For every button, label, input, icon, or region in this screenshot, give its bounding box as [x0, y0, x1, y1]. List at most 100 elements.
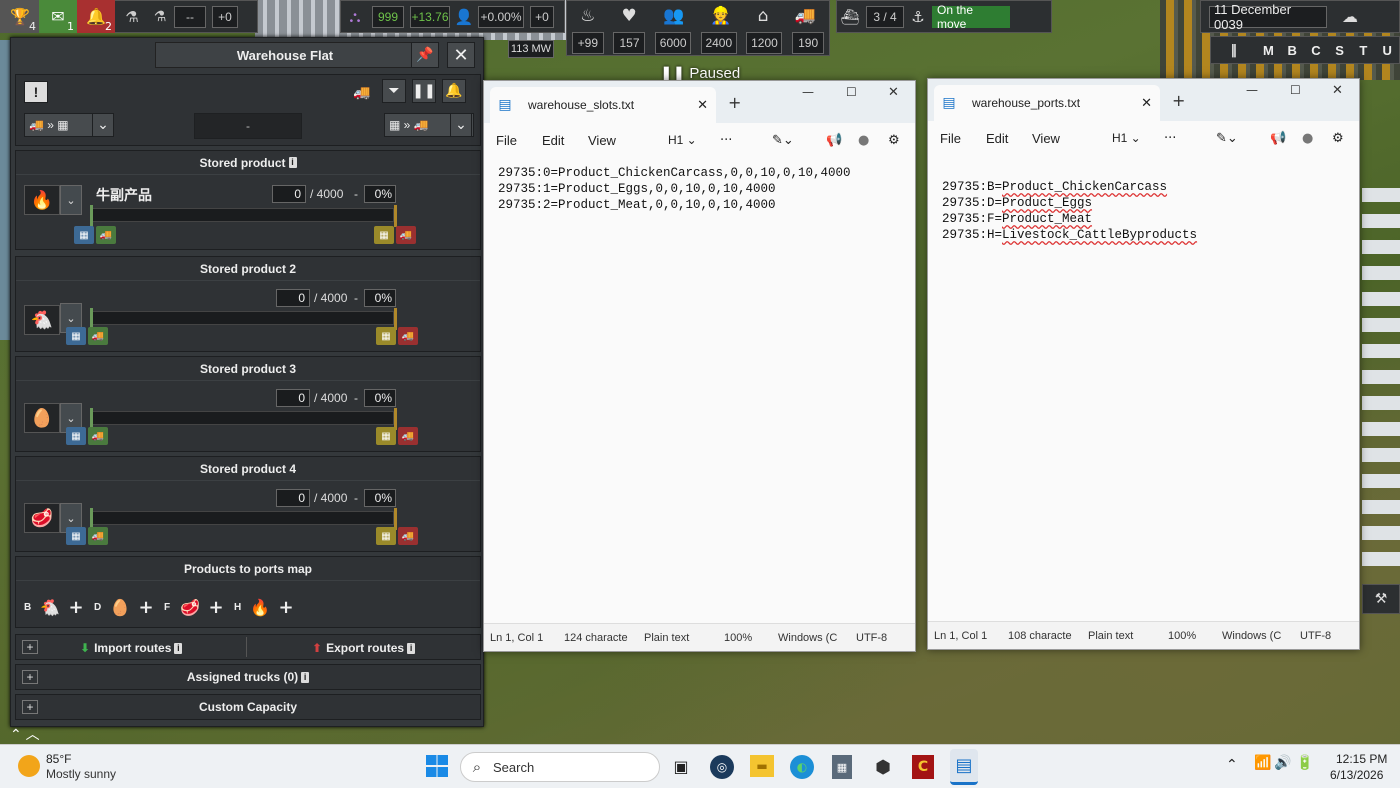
health-icon[interactable]: ♥ — [622, 6, 637, 26]
chevron-up-icon[interactable]: ⌃ — [1226, 757, 1238, 773]
ship-icon[interactable]: ⛴ — [837, 8, 863, 26]
expand-routes-button[interactable]: + — [22, 640, 38, 654]
storage-bar[interactable] — [90, 205, 397, 227]
heading-dropdown[interactable]: H1 ⌄ — [1112, 131, 1141, 145]
menu-file[interactable]: File — [496, 133, 517, 148]
menu-edit[interactable]: Edit — [986, 131, 1008, 146]
new-tab-button[interactable]: + — [728, 93, 741, 112]
notepad-taskbar-icon[interactable]: ▤ — [950, 749, 978, 785]
product-icon-chicken-carcass[interactable]: 🐔 — [24, 305, 60, 335]
calculator-icon[interactable]: ▦ — [832, 755, 852, 779]
import-truck-icon[interactable]: 🚚 — [88, 427, 108, 445]
speed-m[interactable]: M — [1257, 43, 1281, 58]
windows-start-icon[interactable] — [426, 755, 448, 777]
game-app-icon[interactable]: C — [912, 755, 934, 779]
menu-view[interactable]: View — [588, 133, 616, 148]
heading-dropdown[interactable]: H1 ⌄ — [668, 133, 697, 147]
clock-time[interactable]: 12:15 PM — [1336, 752, 1387, 766]
close-tab-icon[interactable]: ✕ — [1141, 96, 1152, 111]
speed-s[interactable]: S — [1328, 43, 1352, 58]
speed-t[interactable]: T — [1352, 43, 1376, 58]
import-truck-icon[interactable]: 🚚 — [88, 527, 108, 545]
trophy-icon[interactable]: 🏆 4 — [1, 0, 39, 33]
product-dropdown[interactable]: ⌄ — [60, 185, 82, 215]
add-product-button[interactable]: + — [272, 597, 300, 618]
alert-bell-icon[interactable]: 🔔 2 — [77, 0, 115, 33]
product-icon-eggs[interactable]: 🥚 — [24, 403, 60, 433]
volume-icon[interactable]: 🔊 — [1274, 755, 1291, 771]
import-mode-dropdown[interactable]: ⌄ — [92, 113, 114, 137]
collapse-icons[interactable]: ⌃ ︿ — [10, 724, 40, 744]
settings-gear-icon[interactable]: ⚙ — [1332, 131, 1344, 146]
task-view-icon[interactable]: ▣ — [670, 755, 692, 777]
menu-edit[interactable]: Edit — [542, 133, 564, 148]
export-mode-dropdown[interactable]: ⌄ — [450, 113, 472, 137]
storage-bar[interactable] — [90, 408, 397, 430]
cattle-byproducts-icon[interactable]: 🔥 — [248, 598, 272, 617]
info-icon[interactable]: i — [301, 671, 310, 683]
settings-gear-icon[interactable]: ⚙ — [888, 133, 900, 148]
tab-warehouse-ports[interactable]: ▤ warehouse_ports.txt ✕ — [934, 85, 1160, 121]
speed-c[interactable]: C — [1304, 43, 1328, 58]
announce-icon[interactable]: 📢 — [826, 133, 842, 148]
expand-trucks-button[interactable]: + — [22, 670, 38, 684]
storage-bar[interactable] — [90, 308, 397, 330]
flask-icon[interactable]: ⚗ — [115, 0, 149, 33]
people-icon[interactable]: 👥 — [663, 6, 684, 26]
add-product-button[interactable]: + — [62, 597, 90, 618]
export-storage-icon[interactable]: ▦ — [376, 327, 396, 345]
research-flask-icon[interactable]: ⚗ — [149, 9, 171, 25]
export-truck-icon[interactable]: 🚚 — [396, 226, 416, 244]
minimize-button[interactable]: — — [1246, 83, 1258, 97]
steam-icon[interactable]: ◎ — [710, 755, 734, 779]
export-truck-icon[interactable]: 🚚 — [398, 327, 418, 345]
notify-button[interactable]: 🔔 — [442, 79, 466, 103]
quantity-field[interactable]: 0 — [272, 185, 306, 203]
info-icon[interactable]: i — [288, 157, 297, 168]
import-truck-icon[interactable]: 🚚 — [88, 327, 108, 345]
import-storage-icon[interactable]: ▦ — [66, 427, 86, 445]
quantity-field[interactable]: 0 — [276, 289, 310, 307]
workers-icon[interactable]: 👷 — [710, 6, 731, 26]
more-icon[interactable]: ··· — [720, 133, 732, 148]
trowel-icon[interactable]: ⚒ — [1375, 591, 1388, 607]
clock-date[interactable]: 6/13/2026 — [1330, 768, 1383, 782]
maximize-button[interactable]: ☐ — [1290, 83, 1301, 97]
filter-button[interactable]: ⏷ — [382, 79, 406, 103]
info-icon[interactable]: i — [407, 642, 416, 654]
speed-b[interactable]: B — [1280, 43, 1304, 58]
expand-capacity-button[interactable]: + — [22, 700, 38, 714]
export-truck-icon[interactable]: 🚚 — [398, 527, 418, 545]
export-storage-icon[interactable]: ▦ — [376, 427, 396, 445]
menu-view[interactable]: View — [1032, 131, 1060, 146]
pause-building-button[interactable]: ❚❚ — [412, 79, 436, 103]
file-explorer-icon[interactable]: ▬ — [750, 755, 774, 777]
minimize-button[interactable]: — — [802, 85, 814, 99]
add-product-button[interactable]: + — [132, 597, 160, 618]
tab-warehouse-slots[interactable]: ▤ warehouse_slots.txt ✕ — [490, 87, 716, 123]
close-window-button[interactable]: ✕ — [888, 85, 899, 100]
account-icon[interactable]: ● — [1302, 131, 1313, 146]
close-window-button[interactable]: ✕ — [1332, 83, 1343, 98]
battery-icon[interactable]: 🔋 — [1296, 755, 1313, 771]
taskbar-search[interactable]: ⌕ Search — [460, 752, 660, 782]
announce-icon[interactable]: 📢 — [1270, 131, 1286, 146]
export-truck-icon[interactable]: 🚚 — [398, 427, 418, 445]
zoom-level[interactable]: 100% — [724, 632, 752, 644]
pause-icon[interactable]: ‖ — [1211, 43, 1257, 58]
product-icon-cattle-byproducts[interactable]: 🔥 — [24, 185, 60, 215]
copilot-icon[interactable]: ✎⌄ — [772, 133, 794, 148]
zoom-level[interactable]: 100% — [1168, 630, 1196, 642]
meat-icon[interactable]: 🥩 — [178, 598, 202, 617]
export-routes-toggle[interactable]: ⬆ Export routes i — [312, 641, 416, 655]
import-storage-icon[interactable]: ▦ — [66, 527, 86, 545]
editor-text[interactable]: 29735:B=Product_ChickenCarcass 29735:D=Pr… — [942, 163, 1197, 243]
info-button[interactable]: ! — [24, 81, 48, 103]
export-storage-icon[interactable]: ▦ — [374, 226, 394, 244]
food-icon[interactable]: ♨ — [580, 6, 595, 26]
close-button[interactable]: ✕ — [447, 42, 475, 68]
copilot-icon[interactable]: ✎⌄ — [1216, 131, 1238, 146]
weather-widget[interactable]: . 85°F Mostly sunny — [18, 751, 158, 783]
percent-field[interactable]: 0% — [364, 289, 396, 307]
edge-browser-icon[interactable]: ◐ — [790, 755, 814, 779]
